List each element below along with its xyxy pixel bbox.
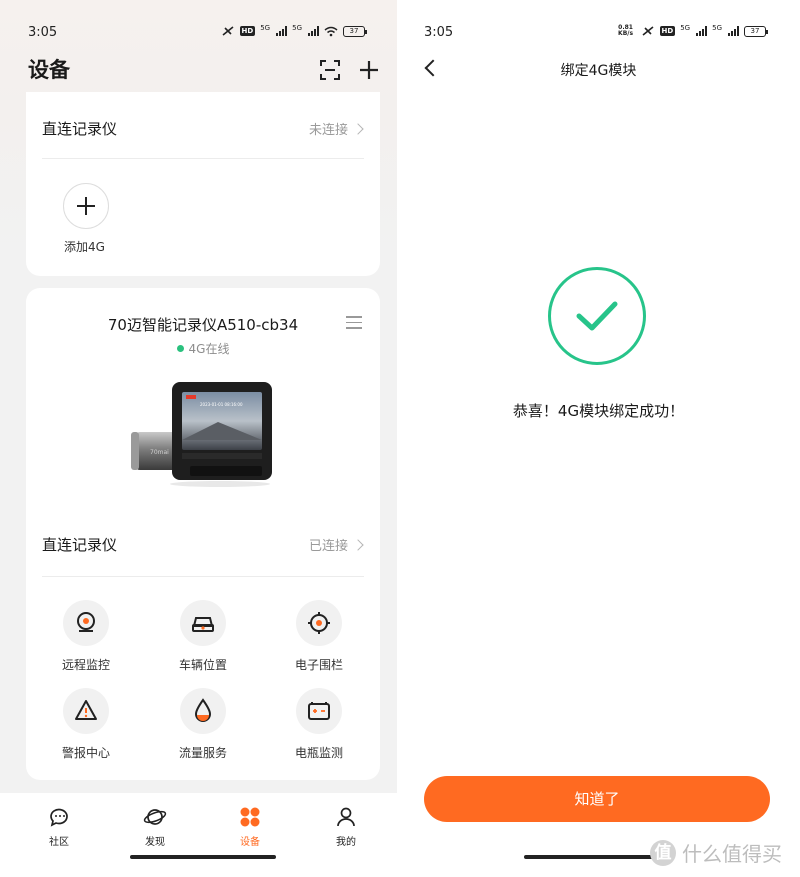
- feature-data-service[interactable]: 流量服务: [158, 688, 248, 761]
- signal-icon: [276, 26, 288, 36]
- feature-geofence[interactable]: 电子围栏: [274, 600, 364, 673]
- status-time: 3:05: [424, 25, 454, 40]
- battery-icon: 37: [343, 25, 367, 37]
- online-dot: [176, 345, 184, 352]
- network-label: 5G: [260, 24, 271, 32]
- watermark-logo: 值: [650, 839, 676, 866]
- add-icon[interactable]: [357, 58, 381, 82]
- direct-recorder-card: 直连记录仪 未连接 添加4G: [26, 92, 380, 276]
- feature-label: 远程监控: [61, 658, 110, 672]
- device-grid-icon: [238, 805, 262, 829]
- remote-monitor-icon: [63, 600, 109, 646]
- nav-label: 我的: [336, 837, 356, 848]
- hd-badge: HD: [659, 26, 676, 36]
- nav-discover[interactable]: 发现: [125, 805, 185, 848]
- battery-icon: 37: [744, 25, 768, 37]
- connection-status-text: 未连接: [308, 123, 348, 138]
- watermark-text: 什么值得买: [682, 842, 782, 866]
- direct-recorder-status[interactable]: 未连接: [308, 119, 364, 138]
- chevron-right-icon: [352, 538, 364, 551]
- wifi-icon: [324, 26, 338, 36]
- feature-car-location[interactable]: 车辆位置: [158, 600, 248, 673]
- direct-recorder-title-2: 直连记录仪: [42, 536, 118, 554]
- data-drop-icon: [180, 688, 226, 734]
- planet-icon: [143, 805, 167, 829]
- feature-label: 电子围栏: [294, 658, 343, 672]
- scan-icon[interactable]: [318, 58, 342, 82]
- page-title: 绑定4G模块: [560, 63, 637, 79]
- feature-battery-monitor[interactable]: 电瓶监测: [274, 688, 364, 761]
- signal-icon-2: [308, 26, 319, 36]
- car-location-icon: [180, 600, 226, 646]
- alert-icon: [63, 688, 109, 734]
- bottom-nav: 社区 发现 设备 我的: [0, 793, 397, 877]
- status-icons: HD 5G 5G 37: [221, 24, 367, 37]
- chevron-right-icon: [352, 122, 364, 135]
- alarm-off-icon: [642, 26, 654, 36]
- network-label: 5G: [680, 24, 691, 32]
- nav-profile[interactable]: 我的: [316, 805, 376, 848]
- direct-recorder-title: 直连记录仪: [42, 120, 118, 138]
- nav-devices[interactable]: 设备: [220, 805, 280, 848]
- devices-screen: 3:05 HD 5G 5G 37 设备 直连记录仪 未连接 添加4G 70迈智能…: [0, 0, 397, 877]
- signal-icon-2: [728, 26, 739, 36]
- menu-icon[interactable]: [346, 316, 362, 329]
- network-label-2: 5G: [712, 24, 722, 32]
- nav-label: 设备: [240, 837, 260, 848]
- alarm-off-icon: [222, 26, 234, 36]
- nav-community[interactable]: 社区: [29, 805, 89, 848]
- chat-bubble-icon: [47, 805, 71, 829]
- dashcam-screen-time: 2023-01-01 08:16:00: [200, 402, 243, 407]
- bind-success-screen: 3:05 0.81 KB/s HD 5G 5G 37 绑定4G模块 恭喜！4G模…: [397, 0, 800, 877]
- feature-alert-center[interactable]: 警报中心: [41, 688, 131, 761]
- feature-label: 车辆位置: [178, 658, 227, 672]
- direct-recorder-status-2[interactable]: 已连接: [308, 535, 364, 554]
- device-card: 70迈智能记录仪A510-cb34 4G在线 70mai 2023-01-01 …: [26, 288, 380, 780]
- feature-label: 电瓶监测: [294, 746, 343, 760]
- status-bar: 3:05 0.81 KB/s HD 5G 5G 37: [397, 22, 800, 44]
- watermark: 值 什么值得买: [650, 838, 782, 867]
- status-icons: 0.81 KB/s HD 5G 5G 37: [616, 24, 768, 37]
- device-name: 70迈智能记录仪A510-cb34: [107, 316, 299, 334]
- home-indicator[interactable]: [130, 855, 276, 859]
- add-4g-label: 添加4G: [64, 240, 105, 254]
- add-4g-button[interactable]: [63, 183, 109, 229]
- status-bar: 3:05 HD 5G 5G 37: [0, 22, 397, 44]
- online-status: 4G在线: [26, 340, 380, 357]
- feature-label: 警报中心: [61, 746, 110, 760]
- network-label-2: 5G: [292, 24, 302, 32]
- person-icon: [334, 805, 358, 829]
- home-indicator[interactable]: [524, 855, 670, 859]
- got-it-button[interactable]: 知道了: [424, 776, 770, 822]
- feature-remote-monitor[interactable]: 远程监控: [41, 600, 131, 673]
- battery-monitor-icon: [296, 688, 342, 734]
- status-time: 3:05: [28, 25, 58, 40]
- feature-label: 流量服务: [178, 746, 227, 760]
- connection-status-text-2: 已连接: [308, 539, 348, 554]
- nav-label: 发现: [145, 837, 165, 848]
- geofence-icon: [296, 600, 342, 646]
- dashcam-image: 70mai 2023-01-01 08:16:00: [131, 382, 272, 487]
- success-message: 恭喜！4G模块绑定成功！: [512, 402, 685, 420]
- dashcam-brand: 70mai: [150, 449, 169, 456]
- page-title: 设备: [28, 58, 70, 82]
- divider: [42, 576, 364, 577]
- online-text: 4G在线: [188, 342, 230, 356]
- hd-badge: HD: [239, 26, 256, 36]
- success-check-icon: [548, 267, 646, 365]
- nav-label: 社区: [49, 837, 69, 848]
- divider: [42, 158, 364, 159]
- network-speed: 0.81 KB/s: [618, 24, 634, 37]
- signal-icon: [696, 26, 708, 36]
